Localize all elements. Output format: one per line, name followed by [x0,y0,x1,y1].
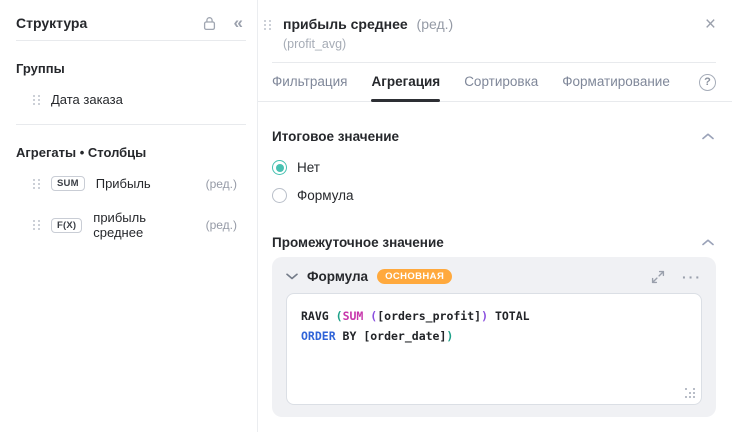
lock-button[interactable] [203,16,216,31]
radio-label: Нет [297,160,320,175]
collapse-double-chevron-icon: « [233,13,243,32]
intermediate-value-section-header: Промежуточное значение [272,235,716,250]
sidebar-divider [16,40,246,41]
total-value-section-header: Итоговое значение [272,129,716,144]
formula-type-badge: F(X) [51,217,83,234]
formula-card-header: Формула ОСНОВНАЯ ··· [286,268,702,285]
dataset-field-editor: Структура « Группы Дата заказа Агрегаты … [0,0,732,432]
tab-filtering[interactable]: Фильтрация [272,63,347,101]
formula-line: ORDER BY [order_date]) [301,329,454,344]
section-title: Промежуточное значение [272,235,444,250]
aggregate-row[interactable]: SUM Прибыль (ред.) [0,173,257,194]
chevron-up-icon [702,133,714,140]
structure-sidebar: Структура « Группы Дата заказа Агрегаты … [0,0,258,432]
group-row[interactable]: Дата заказа [0,89,257,110]
groups-header: Группы [16,61,65,76]
panel-title-block: прибыль среднее (ред.) (profit_avg) [283,16,705,51]
ellipsis-icon: ··· [682,268,702,285]
collapse-sidebar-button[interactable]: « [233,13,243,32]
aggregates-header: Агрегаты • Столбцы [16,145,147,160]
edited-hint: (ред.) [205,218,237,233]
collapse-formula-button[interactable] [286,273,298,280]
radio-label: Формула [297,188,354,203]
edited-hint: (ред.) [416,16,454,32]
edited-hint: (ред.) [205,176,237,191]
formula-line: RAVG (SUM ([orders_profit]) TOTAL [301,309,530,324]
panel-header: прибыль среднее (ред.) (profit_avg) × [258,0,732,51]
expand-icon [651,270,665,283]
drag-handle-icon[interactable] [33,219,40,231]
formula-card: Формула ОСНОВНАЯ ··· RAVG (SUM ([orders_… [272,257,716,417]
sidebar-title: Структура [16,15,88,31]
group-label: Дата заказа [51,92,123,107]
sidebar-header: Структура « [0,0,257,31]
sidebar-divider [16,124,246,125]
tab-aggregation[interactable]: Агрегация [371,63,440,102]
field-id: (profit_avg) [283,37,347,51]
primary-badge: ОСНОВНАЯ [377,269,453,285]
radio-unselected-icon[interactable] [272,188,287,203]
lock-icon [203,16,215,30]
formula-card-title: Формула [307,269,369,285]
drag-handle-icon[interactable] [33,94,40,106]
tab-sorting[interactable]: Сортировка [464,63,538,101]
tab-bar: Фильтрация Агрегация Сортировка Форматир… [258,63,732,102]
close-icon: × [704,14,716,35]
tab-formatting[interactable]: Форматирование [562,63,670,101]
aggregate-label: Прибыль [95,176,151,192]
close-button[interactable]: × [704,14,716,35]
section-title: Итоговое значение [272,129,400,144]
radio-option-formula[interactable]: Формула [272,188,716,203]
field-settings-panel: прибыль среднее (ред.) (profit_avg) × Фи… [258,0,732,432]
formula-editor[interactable]: RAVG (SUM ([orders_profit]) TOTAL ORDER … [286,293,702,406]
collapse-section-button[interactable] [700,131,716,142]
help-button[interactable]: ? [699,73,716,91]
chevron-up-icon [702,239,714,246]
drag-handle-icon[interactable] [264,19,271,31]
aggregate-row[interactable]: F(X) прибыль среднее (ред.) [0,207,257,243]
field-title: прибыль среднее [283,16,408,32]
radio-option-none[interactable]: Нет [272,160,716,175]
panel-content: Итоговое значение Нет Формула Промежуточ… [258,102,732,417]
drag-handle-icon[interactable] [33,178,40,190]
question-icon: ? [704,76,711,88]
resize-handle-icon[interactable] [685,388,696,399]
radio-selected-icon[interactable] [272,160,287,175]
expand-button[interactable] [651,270,665,284]
more-menu-button[interactable]: ··· [682,268,702,285]
aggregate-label: прибыль среднее [93,210,146,241]
collapse-section-button[interactable] [700,237,716,248]
chevron-down-icon [286,273,298,280]
aggregation-type-badge: SUM [51,176,85,192]
